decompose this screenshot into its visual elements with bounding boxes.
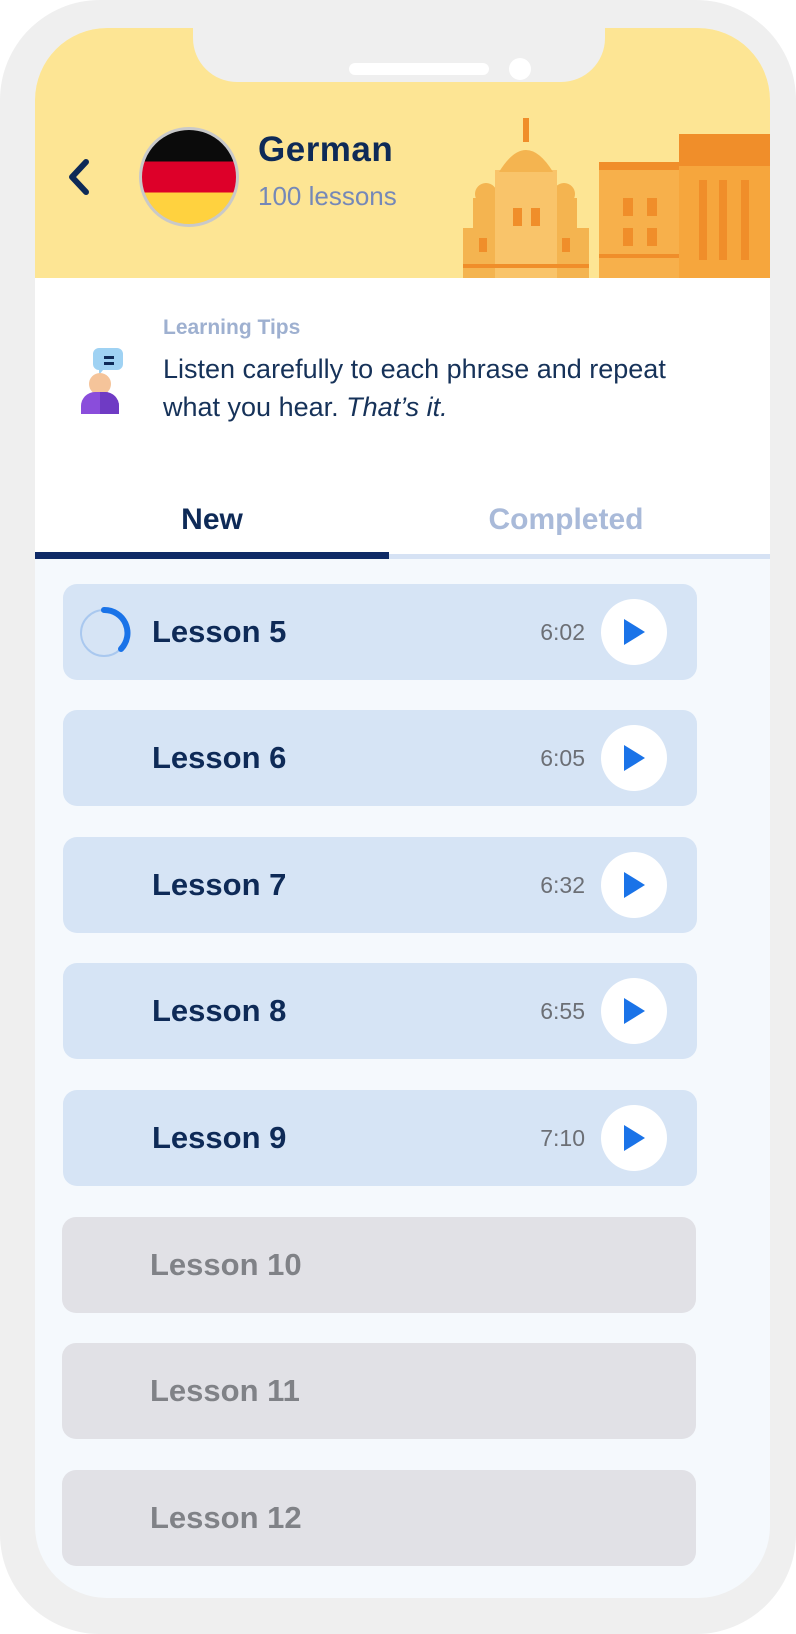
lesson-card-8[interactable]: Lesson 8 6:55: [63, 963, 697, 1059]
lesson-title: Lesson 11: [150, 1373, 300, 1408]
lesson-card-5[interactable]: Lesson 5 6:02: [63, 584, 697, 680]
lesson-card-11-locked: Lesson 11: [62, 1343, 696, 1439]
lesson-tabs: New Completed: [35, 488, 770, 559]
play-button[interactable]: [601, 725, 667, 791]
lesson-title: Lesson 7: [152, 867, 287, 902]
learning-tips-card: Learning Tips Listen carefully to each p…: [35, 278, 770, 488]
lesson-title: Lesson 5: [152, 614, 287, 649]
progress-ring-icon: [80, 606, 131, 657]
play-button[interactable]: [601, 852, 667, 918]
app-screen: German 100 lessons Learning Tips Listen …: [35, 28, 770, 1598]
tab-completed[interactable]: Completed: [389, 488, 743, 552]
lesson-card-7[interactable]: Lesson 7 6:32: [63, 837, 697, 933]
lesson-card-9[interactable]: Lesson 9 7:10: [63, 1090, 697, 1186]
lesson-duration: 6:02: [540, 619, 585, 645]
tips-label: Learning Tips: [163, 316, 301, 339]
lesson-title: Lesson 8: [152, 993, 287, 1028]
lesson-card-10-locked: Lesson 10: [62, 1217, 696, 1313]
play-icon: [624, 872, 645, 898]
lesson-title: Lesson 9: [152, 1120, 287, 1155]
lesson-card-6[interactable]: Lesson 6 6:05: [63, 710, 697, 806]
tips-text: Listen carefully to each phrase and repe…: [163, 350, 723, 426]
play-button[interactable]: [601, 599, 667, 665]
person-speech-icon: [81, 348, 123, 414]
device-camera: [509, 58, 531, 80]
tab-new[interactable]: New: [35, 488, 389, 552]
lesson-title: Lesson 6: [152, 740, 287, 775]
play-icon: [624, 745, 645, 771]
city-skyline-illustration: [463, 118, 770, 278]
back-button[interactable]: [59, 152, 99, 202]
lesson-count: 100 lessons: [258, 181, 397, 211]
chevron-left-icon: [69, 159, 89, 195]
lesson-list: Lesson 5 6:02 Lesson 6 6:05 Lesson 7 6:3…: [35, 558, 770, 1598]
play-icon: [624, 1125, 645, 1151]
device-speaker: [349, 63, 489, 75]
lesson-card-12-locked: Lesson 12: [62, 1470, 696, 1566]
phone-frame: German 100 lessons Learning Tips Listen …: [0, 0, 796, 1634]
lesson-duration: 7:10: [540, 1125, 585, 1151]
tips-emphasis: That’s it.: [346, 392, 448, 422]
lesson-duration: 6:05: [540, 745, 585, 771]
play-icon: [624, 619, 645, 645]
lesson-duration: 6:32: [540, 872, 585, 898]
lesson-title: Lesson 10: [150, 1247, 302, 1282]
play-button[interactable]: [601, 1105, 667, 1171]
play-icon: [624, 998, 645, 1024]
lesson-title: Lesson 12: [150, 1500, 302, 1535]
lesson-duration: 6:55: [540, 998, 585, 1024]
german-flag-avatar: [139, 127, 239, 227]
play-button[interactable]: [601, 978, 667, 1044]
course-title: German: [258, 130, 394, 169]
